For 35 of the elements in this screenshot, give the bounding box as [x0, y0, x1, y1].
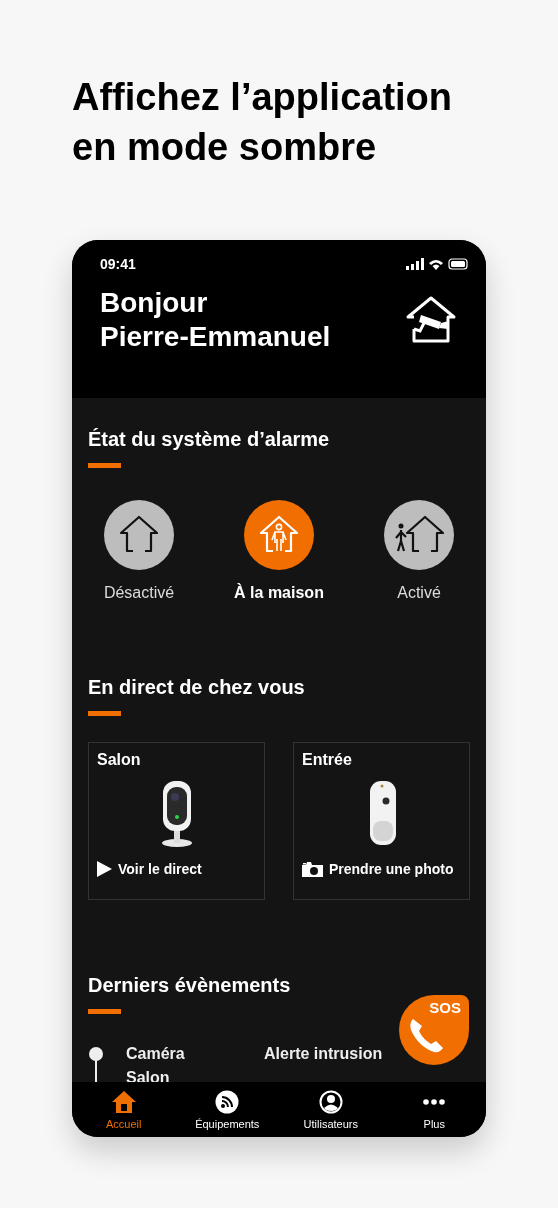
headline: Affichez l’application en mode sombre [72, 75, 454, 170]
action-link[interactable]: Voir le direct [118, 861, 202, 877]
user-name: Pierre-Emmanuel [100, 320, 331, 354]
timeline-marker [88, 1046, 104, 1082]
camera-icon [302, 861, 323, 877]
nav-tab[interactable]: Utilisateurs [285, 1089, 376, 1130]
house-camera-icon[interactable] [404, 295, 458, 345]
signal-icon [406, 258, 424, 270]
room-name: Salon [97, 751, 142, 769]
camera-card[interactable]: Entrée Prendre une photo [293, 742, 470, 900]
section-title: En direct de chez vous [88, 676, 306, 699]
action-link[interactable]: Prendre une photo [329, 861, 454, 877]
signal-icon [215, 1089, 240, 1114]
nav-tab[interactable]: Accueil [78, 1089, 169, 1130]
play-icon [97, 861, 112, 877]
section-title: État du système d’alarme [88, 428, 331, 451]
title-underline [88, 463, 121, 468]
alarm-mode-label: Activé [397, 584, 441, 602]
alarm-mode-label: À la maison [234, 584, 324, 602]
user-icon [318, 1089, 343, 1114]
camera-card[interactable]: Salon Voir le direct [88, 742, 265, 900]
alarm-mode-label: Désactivé [103, 584, 175, 602]
more-icon [422, 1098, 447, 1105]
title-underline [88, 1009, 121, 1014]
battery-icon [448, 258, 468, 270]
wifi-icon [429, 258, 443, 270]
section-title: Derniers évènements [88, 974, 292, 997]
event-message: Alerte intrusion [264, 1044, 383, 1064]
nav-tab[interactable]: Plus [389, 1089, 480, 1130]
status-time: 09:41 [100, 256, 136, 272]
room-name: Entrée [302, 751, 353, 769]
greeting: Bonjour [100, 286, 209, 320]
home-icon [111, 1089, 136, 1114]
nav-tab[interactable]: Équipements [182, 1089, 273, 1130]
title-underline [88, 711, 121, 716]
